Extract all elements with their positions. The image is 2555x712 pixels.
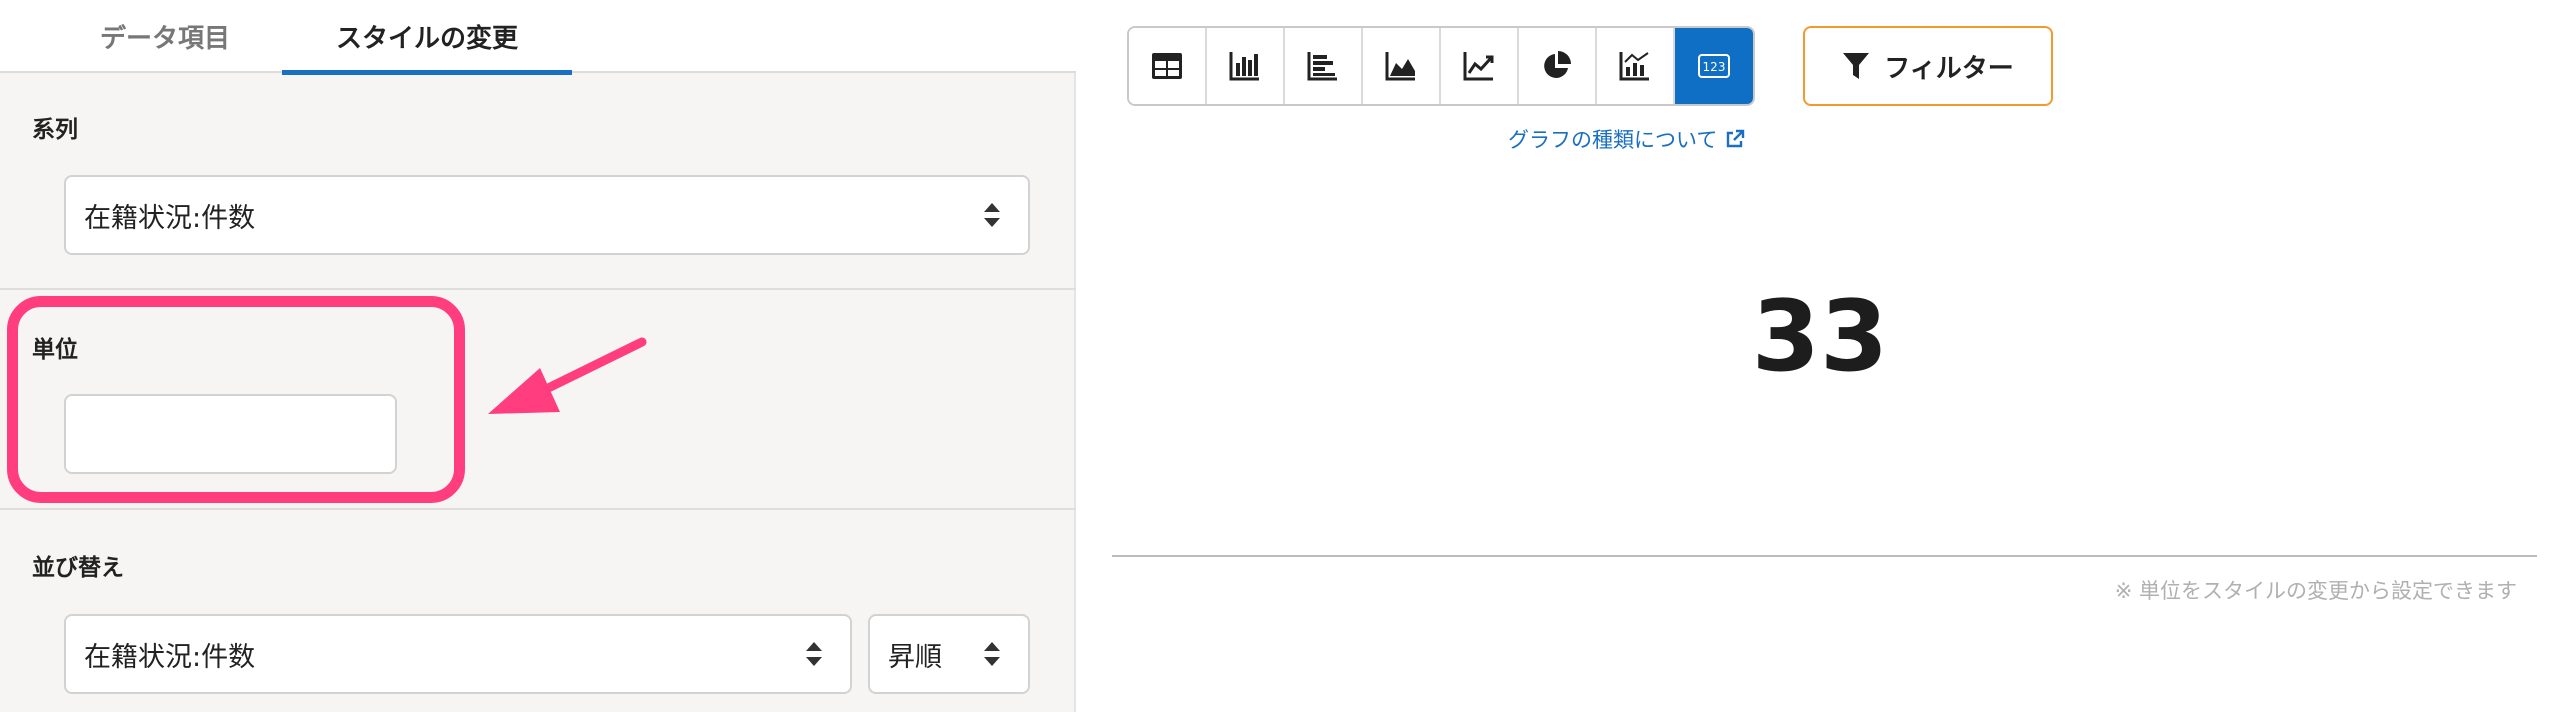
line-chart-icon (1463, 52, 1494, 81)
unit-input[interactable] (64, 394, 397, 474)
sort-section: 並び替え 在籍状況:件数 昇順 (0, 510, 1076, 712)
unit-hint-note: ※ 単位をスタイルの変更から設定できます (2114, 579, 2517, 603)
horizontal-bar-chart-icon (1307, 52, 1337, 81)
sort-label: 並び替え (32, 555, 124, 581)
divider (1112, 555, 2537, 557)
series-section: 系列 在籍状況:件数 (0, 73, 1076, 290)
series-select-value: 在籍状況:件数 (84, 202, 256, 234)
line-chart-button[interactable] (1441, 28, 1519, 104)
number-icon: 123 (1698, 54, 1730, 78)
combo-chart-button[interactable] (1597, 28, 1675, 104)
filter-label: フィルター (1884, 53, 2014, 84)
filter-icon (1843, 53, 1870, 79)
sort-field-select[interactable]: 在籍状況:件数 (64, 614, 852, 694)
svg-text:123: 123 (1703, 60, 1726, 74)
bar-chart-icon (1229, 52, 1259, 81)
number-value: 33 (1751, 280, 1889, 394)
sort-order-value: 昇順 (888, 641, 942, 673)
horizontal-bar-chart-button[interactable] (1285, 28, 1363, 104)
series-label: 系列 (32, 117, 78, 143)
settings-panel: データ項目 スタイルの変更 系列 在籍状況:件数 単位 並び替え 在籍状況:件数… (0, 0, 1076, 712)
sort-order-select[interactable]: 昇順 (868, 614, 1030, 694)
chart-type-toolbar: 123 (1127, 26, 1755, 106)
series-select[interactable]: 在籍状況:件数 (64, 175, 1030, 255)
tab-data-items[interactable]: データ項目 (60, 0, 270, 73)
pie-chart-icon (1544, 51, 1571, 78)
sort-field-value: 在籍状況:件数 (84, 641, 256, 673)
table-icon (1152, 53, 1182, 79)
pointer-arrow-icon (488, 337, 647, 414)
pie-chart-button[interactable] (1519, 28, 1597, 104)
filter-button[interactable]: フィルター (1803, 26, 2053, 106)
bar-chart-button[interactable] (1207, 28, 1285, 104)
chart-type-help-link[interactable]: グラフの種類について (1508, 124, 1745, 154)
select-arrows-icon (806, 642, 822, 666)
area-chart-button[interactable] (1363, 28, 1441, 104)
area-chart-icon (1385, 52, 1415, 81)
unit-label: 単位 (32, 337, 78, 363)
combo-chart-icon (1619, 52, 1649, 81)
tab-bar: データ項目 スタイルの変更 (0, 0, 1076, 75)
table-view-button[interactable] (1129, 28, 1207, 104)
select-arrows-icon (984, 642, 1000, 666)
chart-link-label: グラフの種類について (1508, 128, 1718, 152)
select-arrows-icon (984, 203, 1000, 227)
number-view-button[interactable]: 123 (1675, 28, 1753, 104)
tab-style-change[interactable]: スタイルの変更 (282, 0, 572, 75)
external-link-icon (1727, 129, 1745, 148)
